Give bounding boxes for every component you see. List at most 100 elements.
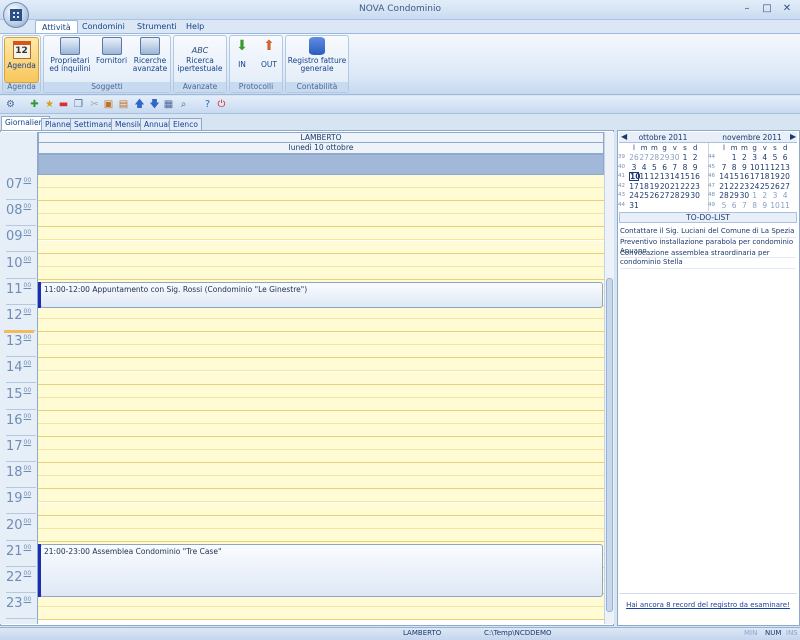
day-cell[interactable]: 9 xyxy=(739,163,749,172)
day-cell[interactable]: 19 xyxy=(770,172,780,181)
day-cell[interactable]: 14 xyxy=(719,172,729,181)
day-cell[interactable]: 16 xyxy=(690,172,700,181)
agenda-button[interactable]: 12 Agenda xyxy=(4,37,39,83)
day-cell[interactable]: 4 xyxy=(639,163,649,172)
day-cell[interactable]: 5 xyxy=(649,163,659,172)
day-cell[interactable]: 13 xyxy=(660,172,670,181)
time-slot[interactable] xyxy=(38,463,604,477)
todo-item[interactable]: Convocazione assemblea straordinaria per… xyxy=(620,248,796,269)
day-cell[interactable]: 7 xyxy=(739,201,749,210)
help-icon[interactable]: ? xyxy=(202,99,213,110)
protocol-in-button[interactable]: ⬇ IN xyxy=(231,37,253,83)
day-cell[interactable]: 3 xyxy=(750,153,760,162)
arrow-up-icon[interactable]: 🡅 xyxy=(134,99,145,110)
day-cell[interactable]: 29 xyxy=(729,191,739,200)
time-slot[interactable] xyxy=(38,358,604,372)
ricerca-ipertestuale-button[interactable]: ABC Ricerca ipertestuale xyxy=(175,37,225,83)
day-cell[interactable]: 4 xyxy=(760,153,770,162)
time-slot[interactable] xyxy=(38,266,604,280)
cut-icon[interactable]: ✂ xyxy=(89,99,100,110)
time-slot[interactable] xyxy=(38,437,604,451)
tab-attivita[interactable]: Attività xyxy=(35,20,78,34)
time-slot[interactable] xyxy=(38,201,604,215)
exit-icon[interactable]: ⏻ xyxy=(216,99,227,110)
day-cell[interactable]: 17 xyxy=(629,182,639,191)
day-cell[interactable]: 8 xyxy=(729,163,739,172)
protocol-out-button[interactable]: ⬆ OUT xyxy=(257,37,281,83)
day-cell[interactable]: 2 xyxy=(690,153,700,162)
export-icon[interactable]: ▤ xyxy=(118,99,129,110)
day-cell[interactable]: 26 xyxy=(629,153,639,162)
day-cell[interactable]: 29 xyxy=(680,191,690,200)
time-slot[interactable] xyxy=(38,384,604,398)
day-cell[interactable]: 10 xyxy=(629,172,640,182)
maximize-button[interactable]: □ xyxy=(760,3,774,15)
time-slot[interactable] xyxy=(38,175,604,189)
time-slot[interactable] xyxy=(38,227,604,241)
day-cell[interactable]: 2 xyxy=(760,191,770,200)
day-cell[interactable]: 30 xyxy=(670,153,680,162)
settings-icon[interactable]: ⚙ xyxy=(5,99,16,110)
day-cell[interactable]: 27 xyxy=(660,191,670,200)
time-slot[interactable] xyxy=(38,502,604,516)
day-cell[interactable]: 25 xyxy=(639,191,649,200)
minimize-button[interactable]: – xyxy=(740,3,754,15)
time-slot[interactable] xyxy=(38,423,604,437)
day-cell[interactable]: 28 xyxy=(719,191,729,200)
day-cell[interactable]: 14 xyxy=(670,172,680,181)
time-slot[interactable] xyxy=(38,489,604,503)
appointment-rossi[interactable]: 11:00-12:00 Appuntamento con Sig. Rossi … xyxy=(38,282,603,308)
ricerche-avanzate-button[interactable]: Ricerche avanzate xyxy=(131,37,169,83)
day-cell[interactable]: 30 xyxy=(690,191,700,200)
day-cell[interactable]: 11 xyxy=(639,172,649,181)
day-cell[interactable]: 31 xyxy=(629,201,639,210)
day-cell[interactable]: 9 xyxy=(690,163,700,172)
day-cell[interactable]: 22 xyxy=(680,182,690,191)
day-cell[interactable]: 11 xyxy=(780,201,790,210)
arrow-down-icon[interactable]: 🡇 xyxy=(149,99,160,110)
day-cell[interactable]: 28 xyxy=(649,153,660,162)
day-cell[interactable]: 28 xyxy=(670,191,680,200)
tab-elenco[interactable]: Elenco xyxy=(169,118,202,130)
time-slot[interactable] xyxy=(38,528,604,542)
all-day-area[interactable] xyxy=(38,154,604,175)
tab-strumenti[interactable]: Strumenti xyxy=(131,20,183,34)
day-cell[interactable]: 30 xyxy=(739,191,750,200)
day-cell[interactable]: 12 xyxy=(770,163,780,172)
day-cell[interactable]: 3 xyxy=(629,163,639,172)
day-cell[interactable]: 19 xyxy=(649,182,660,191)
day-cell[interactable]: 13 xyxy=(780,163,790,172)
time-slot[interactable] xyxy=(38,332,604,346)
day-cell[interactable]: 21 xyxy=(719,182,729,191)
day-cell[interactable]: 5 xyxy=(719,201,729,210)
time-slot[interactable] xyxy=(38,214,604,228)
day-cell[interactable]: 26 xyxy=(770,182,780,191)
day-cell[interactable]: 27 xyxy=(639,153,649,162)
appointment-assemblea[interactable]: 21:00-23:00 Assemblea Condominio "Tre Ca… xyxy=(38,544,603,597)
day-cell[interactable]: 16 xyxy=(739,172,750,181)
day-cell[interactable]: 17 xyxy=(750,172,760,181)
day-cell[interactable]: 3 xyxy=(770,191,780,200)
proprietari-button[interactable]: Proprietari ed inquilini xyxy=(47,37,93,83)
remove-icon[interactable]: ▬ xyxy=(58,99,69,110)
scrollbar-thumb[interactable] xyxy=(606,278,613,612)
time-slot[interactable] xyxy=(38,371,604,385)
time-slot[interactable] xyxy=(38,345,604,359)
tab-condomini[interactable]: Condomini xyxy=(76,20,131,34)
time-slot[interactable] xyxy=(38,607,604,621)
day-cell[interactable]: 24 xyxy=(750,182,760,191)
day-cell[interactable]: 6 xyxy=(729,201,739,210)
time-slot[interactable] xyxy=(38,188,604,202)
time-slot[interactable] xyxy=(38,319,604,333)
tab-help[interactable]: Help xyxy=(180,20,210,34)
day-cell[interactable]: 22 xyxy=(729,182,739,191)
time-slot[interactable] xyxy=(38,410,604,424)
day-cell[interactable]: 29 xyxy=(660,153,670,162)
day-cell[interactable]: 23 xyxy=(690,182,700,191)
day-cell[interactable]: 10 xyxy=(770,201,780,210)
time-slot[interactable] xyxy=(38,476,604,490)
day-cell[interactable]: 7 xyxy=(719,163,729,172)
day-cell[interactable]: 15 xyxy=(680,172,690,181)
day-cell[interactable]: 8 xyxy=(750,201,760,210)
day-cell[interactable]: 6 xyxy=(780,153,790,162)
